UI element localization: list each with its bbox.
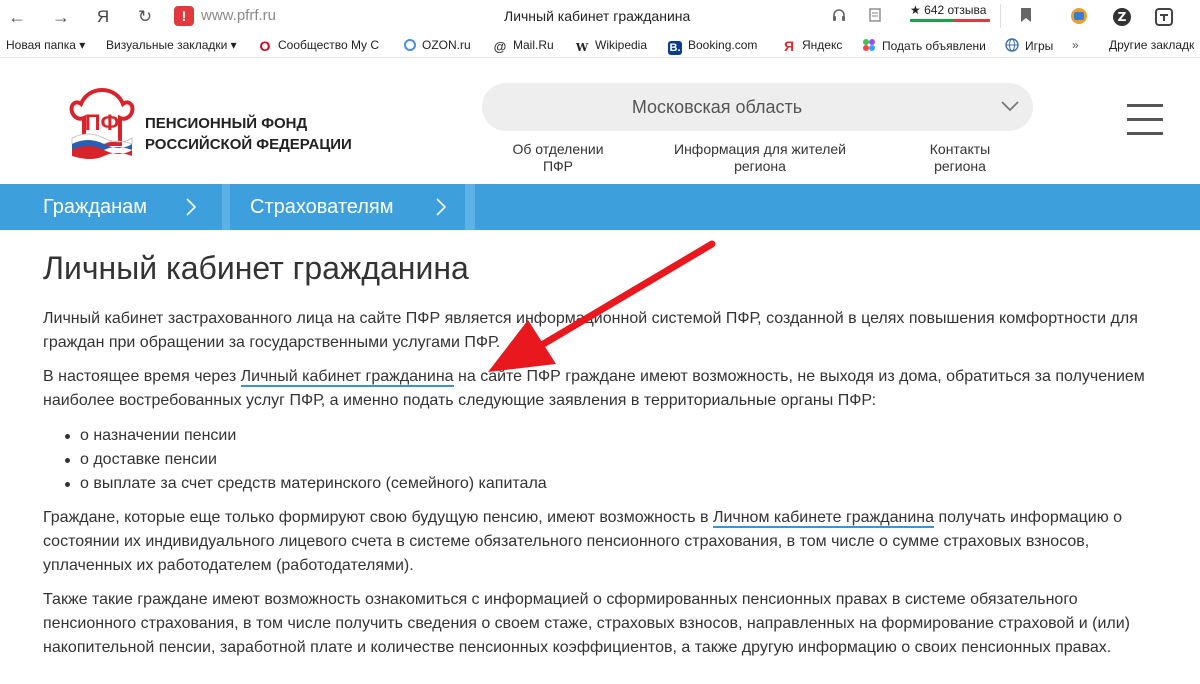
menu-hamburger-icon[interactable] [1127,104,1163,136]
svg-text:ПФ: ПФ [85,110,120,135]
region-select-value: Московская область [631,97,803,117]
nav-divider [465,184,475,230]
nav-insurers[interactable]: Страхователям [250,196,393,219]
bookmarks-overflow-icon[interactable]: » [1072,38,1079,52]
intro-paragraph: Личный кабинет застрахованного лица на с… [43,310,1138,351]
address-bar[interactable]: www.pfrf.ru [201,7,276,24]
link-line: региона [734,158,786,174]
tab-title: Личный кабинет гражданина [504,8,691,24]
browser-toolbar: ← → Я ↻ ! www.pfrf.ru Личный кабинет гра… [0,0,1200,34]
avito-icon [862,38,876,52]
link-line: Контакты [929,141,991,157]
yandex-home-icon[interactable]: Я [92,6,114,28]
bookmark-label: Яндекс [802,38,843,52]
region-select[interactable]: Московская область [482,83,1033,131]
bookmarks-bar: Новая папка ▾ Визуальные закладки ▾ O Соо… [0,34,1200,58]
bookmark-visual[interactable]: Визуальные закладки ▾ [106,38,237,52]
link-region-contacts[interactable]: Контакты региона [915,141,1005,175]
text-span: Граждане, которые еще только формируют с… [43,509,713,526]
headphones-icon[interactable] [830,7,848,25]
page-title: Личный кабинет гражданина [43,250,469,286]
services-paragraph: В настоящее время через Личный кабинет г… [43,365,1163,413]
site-rating[interactable]: ★ 642 отзыва [910,3,986,17]
list-item: о доставке пенсии [62,448,547,472]
bookmark-wikipedia[interactable]: W Wikipedia [575,38,647,55]
mailru-icon: @ [493,39,507,54]
personal-account-link-2[interactable]: Личном кабинете гражданина [712,509,935,528]
nav-divider [222,184,230,230]
bookmark-label: Игры [1025,39,1054,53]
bookmark-other[interactable]: Другие закладк [1109,38,1194,52]
pfr-logo-text[interactable]: ПЕНСИОННЫЙ ФОНД РОССИЙСКОЙ ФЕДЕРАЦИИ [145,113,352,155]
bookmark-label: Wikipedia [595,38,648,52]
logo-line1: ПЕНСИОННЫЙ ФОНД [145,115,308,132]
nav-citizens[interactable]: Гражданам [43,196,147,219]
link-line: региона [934,158,986,174]
bookmark-community[interactable]: O Сообщество My C [258,38,380,54]
bookmark-label: Mail.Ru [513,38,554,52]
chevron-down-icon [1001,101,1019,112]
forward-arrow-icon[interactable]: → [50,6,72,28]
booking-icon: B. [668,41,682,55]
link-residents-info[interactable]: Информация для жителей региона [665,141,855,175]
toolbar-divider [1000,4,1001,28]
chevron-right-icon [186,198,197,216]
ozon-icon [404,39,416,51]
bookmark-yandex[interactable]: Я Яндекс [782,38,842,53]
svg-text:Z: Z [1118,10,1127,24]
list-item: о выплате за счет средств материнского (… [62,472,547,496]
rating-bar [910,19,990,22]
bookmark-label: Booking.com [688,38,758,52]
link-line: ПФР [542,158,574,174]
bookmark-booking[interactable]: B. Booking.com [668,38,757,55]
applications-list: о назначении пенсии о доставке пенсии о … [62,424,547,496]
text-span: В настоящее время через [43,368,241,385]
bookmark-icon[interactable] [1017,7,1035,25]
bookmark-games[interactable]: Игры [1005,38,1053,53]
pfr-logo-icon[interactable]: ПФ [68,86,136,160]
bookmark-label: Сообщество My C [278,38,380,52]
zen-icon[interactable]: Z [1112,7,1131,26]
back-arrow-icon[interactable]: ← [6,6,28,28]
chevron-right-icon [436,198,447,216]
logo-line2: РОССИЙСКОЙ ФЕДЕРАЦИИ [145,136,352,153]
main-nav: Гражданам Страхователям [0,184,1200,230]
globe-icon [1005,38,1019,52]
security-warning-icon[interactable]: ! [174,6,194,26]
list-item: о назначении пенсии [62,424,547,448]
bookmark-ozon[interactable]: OZON.ru [404,38,471,52]
link-line: Информация для жителей [674,141,846,157]
bookmark-label: Подать объявлени [882,39,986,53]
pension-rights-paragraph: Также такие граждане имеют возможность о… [43,591,1131,656]
reader-mode-icon[interactable] [866,7,884,25]
downloads-icon[interactable] [1154,7,1173,26]
personal-account-link[interactable]: Личный кабинет гражданина [240,368,454,387]
bookmark-folder-new[interactable]: Новая папка ▾ [6,38,85,52]
account-info-paragraph: Граждане, которые еще только формируют с… [43,506,1163,578]
rating-text: 642 отзыва [924,3,987,17]
reload-icon[interactable]: ↻ [134,6,156,28]
link-line: Об отделении [512,141,604,157]
bookmark-mailru[interactable]: @ Mail.Ru [493,38,554,54]
bookmark-avito[interactable]: Подать объявлени [862,38,986,53]
bookmark-label: OZON.ru [422,38,471,52]
link-about-branch[interactable]: Об отделении ПФР [503,141,613,175]
extension-icon[interactable] [1070,7,1088,25]
yandex-icon: Я [783,38,795,54]
wikipedia-icon: W [575,41,589,54]
opera-icon: O [259,38,271,54]
